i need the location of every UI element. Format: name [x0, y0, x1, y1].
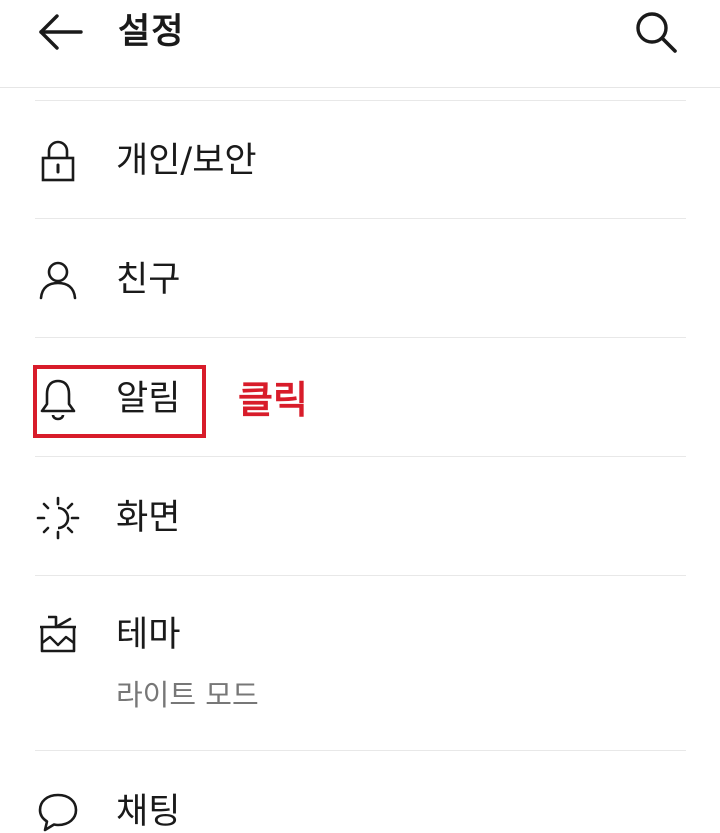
divider: [35, 456, 686, 457]
settings-item-display[interactable]: 화면: [0, 494, 720, 542]
settings-item-chat[interactable]: 채팅: [0, 788, 720, 833]
back-button[interactable]: [30, 6, 90, 58]
divider: [35, 575, 686, 576]
settings-item-label: 테마: [116, 615, 181, 655]
arrow-left-icon: [37, 14, 83, 50]
paint-brush-icon: [34, 611, 82, 659]
divider: [35, 337, 686, 338]
brightness-icon: [34, 494, 82, 542]
lock-icon: [34, 137, 82, 185]
divider: [35, 750, 686, 751]
chat-bubble-icon: [34, 788, 82, 833]
search-button[interactable]: [628, 6, 684, 58]
settings-screen: 설정 개인/보안 친구 알림 화면 테마 라이트 모드 채팅 클릭: [0, 0, 720, 833]
app-header: 설정: [0, 0, 720, 88]
settings-item-label: 개인/보안: [116, 141, 257, 181]
page-title: 설정: [118, 12, 185, 52]
settings-item-privacy[interactable]: 개인/보안: [0, 137, 720, 185]
divider: [35, 100, 686, 101]
theme-mode-value: 라이트 모드: [116, 678, 259, 712]
settings-item-label: 채팅: [116, 792, 181, 832]
settings-item-label: 알림: [116, 379, 181, 419]
settings-item-friends[interactable]: 친구: [0, 256, 720, 304]
person-icon: [34, 256, 82, 304]
settings-item-label: 화면: [116, 498, 181, 538]
divider: [35, 218, 686, 219]
search-icon: [634, 10, 678, 54]
settings-item-notifications[interactable]: 알림: [0, 375, 720, 423]
click-annotation: 클릭: [238, 378, 308, 422]
settings-item-label: 친구: [116, 260, 181, 300]
settings-item-theme[interactable]: 테마 라이트 모드: [0, 611, 720, 721]
bell-icon: [34, 375, 82, 423]
